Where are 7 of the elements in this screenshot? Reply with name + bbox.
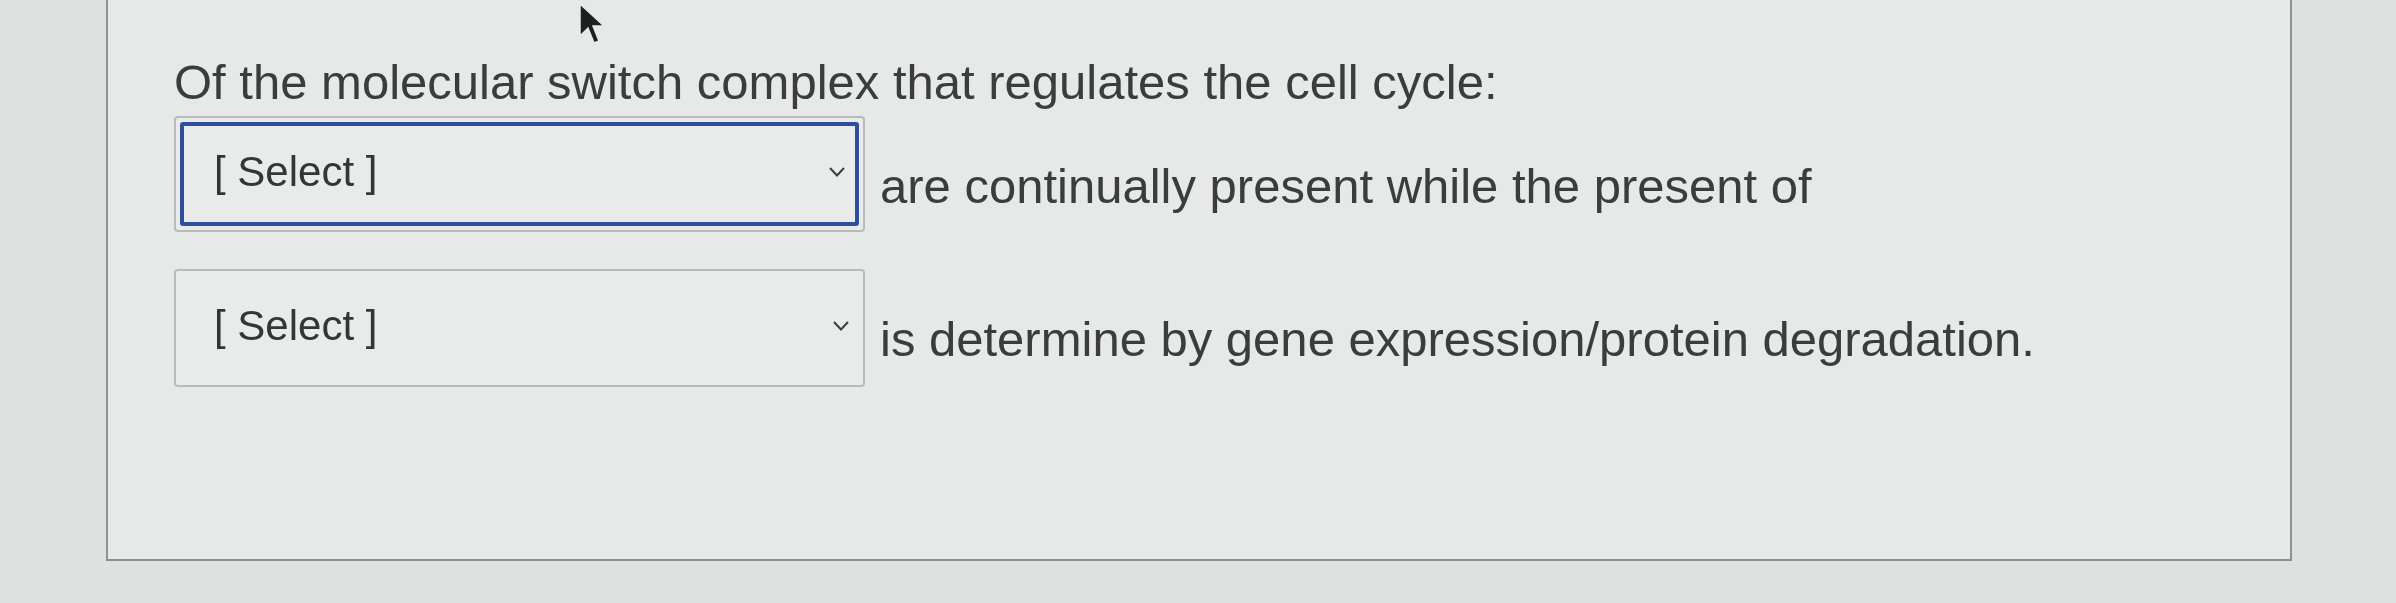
sentence-text: are continually present while the present of [880,157,1812,215]
chevron-down-icon [833,320,849,331]
chevron-down-icon [829,166,845,177]
select-dropdown[interactable]: [ Select ] [174,115,865,232]
question-text: Of the molecular switch complex that regulates the cell cycle: [174,54,1499,111]
sentence-text: is determine by gene expression/protein degradation. [880,310,2035,368]
select-dropdown[interactable]: [ Select ] [174,268,865,387]
